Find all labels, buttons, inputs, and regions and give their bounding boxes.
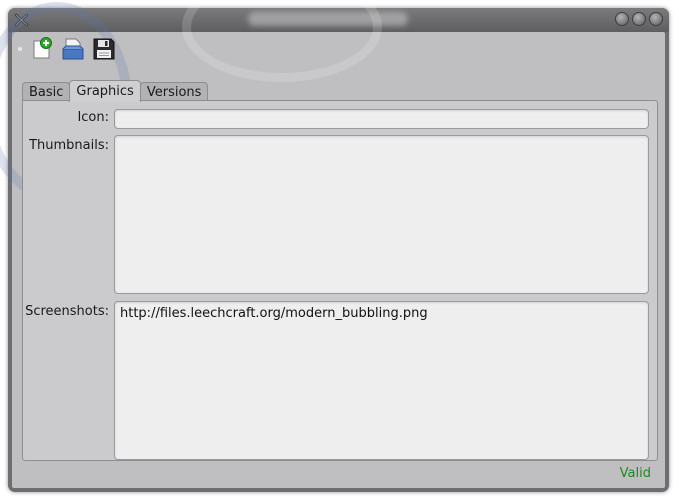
tab-basic[interactable]: Basic	[22, 82, 71, 102]
screenshots-field-value: http://files.leechcraft.org/modern_bubbl…	[120, 306, 428, 321]
thumbnails-label: Thumbnails:	[29, 138, 109, 153]
toolbar-handle[interactable]	[18, 47, 22, 51]
document-open-icon	[62, 38, 84, 60]
window-buttons	[615, 12, 663, 26]
icon-field[interactable]	[114, 109, 649, 129]
minimize-button[interactable]	[615, 12, 629, 26]
app-icon	[14, 13, 29, 27]
window-client-area: Basic Graphics Versions Icon: Thumbnails…	[0, 0, 665, 488]
window-title-glow	[248, 12, 408, 26]
icon-label: Icon:	[77, 110, 109, 125]
open-document-button[interactable]	[61, 37, 85, 61]
app-window: Basic Graphics Versions Icon: Thumbnails…	[0, 0, 669, 492]
screenshots-field[interactable]: http://files.leechcraft.org/modern_bubbl…	[114, 301, 649, 460]
tab-versions[interactable]: Versions	[139, 82, 209, 102]
floppy-save-icon	[93, 38, 115, 60]
document-new-icon	[33, 37, 52, 59]
tab-graphics[interactable]: Graphics	[69, 80, 141, 102]
maximize-button[interactable]	[632, 12, 646, 26]
toolbar	[18, 36, 116, 62]
close-button[interactable]	[649, 12, 663, 26]
graphics-tab-panel: Icon: Thumbnails: Screenshots: http://fi…	[22, 100, 658, 461]
new-document-button[interactable]	[30, 37, 54, 61]
validation-status: Valid	[619, 466, 651, 481]
thumbnails-field[interactable]	[114, 135, 649, 294]
save-document-button[interactable]	[92, 37, 116, 61]
screenshots-label: Screenshots:	[25, 304, 109, 319]
title-bar[interactable]	[8, 8, 669, 32]
tab-bar: Basic Graphics Versions	[22, 80, 209, 102]
